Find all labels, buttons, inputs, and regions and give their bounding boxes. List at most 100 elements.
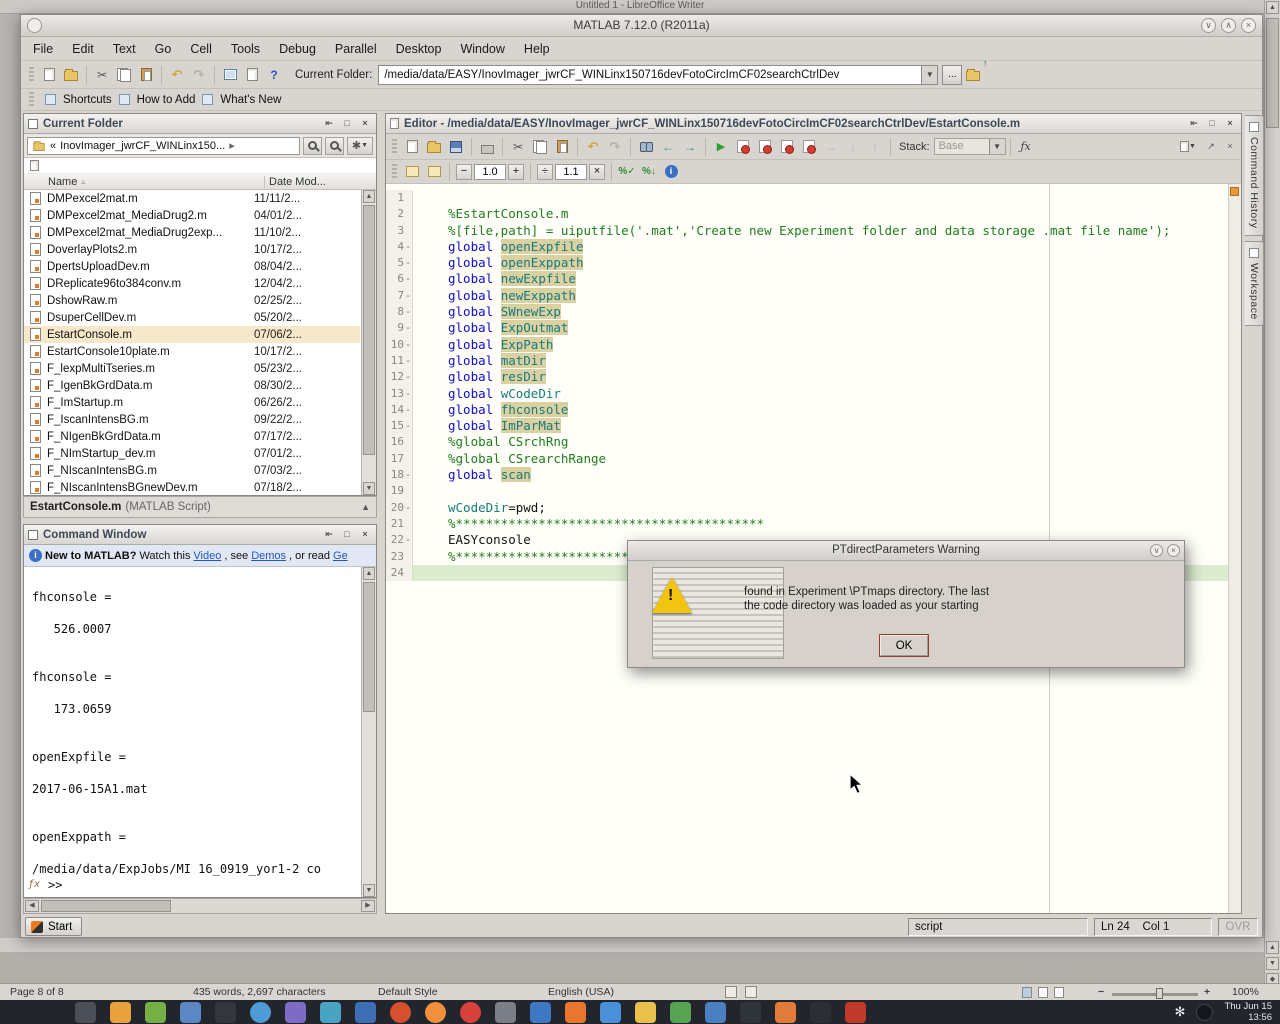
toolbar-grip[interactable] — [29, 67, 34, 83]
ok-button[interactable]: OK — [880, 635, 928, 656]
command-window-header[interactable]: Command Window ⇤ □ × — [24, 525, 376, 545]
code-line[interactable]: 7-global newExppath — [386, 288, 1228, 304]
fx-icon[interactable]: ƒx — [26, 877, 48, 893]
paste-button[interactable] — [551, 136, 573, 158]
word-count-status[interactable]: 435 words, 2,697 characters — [193, 986, 326, 998]
taskbar-app-icon-10[interactable] — [390, 1002, 411, 1023]
code-line[interactable]: 5-global openExppath — [386, 255, 1228, 271]
chevron-down-icon[interactable]: ▼ — [921, 66, 937, 84]
step-in-button[interactable]: ↓ — [842, 136, 864, 158]
enable-breakpoints-button[interactable] — [798, 136, 820, 158]
code-line[interactable]: 8-global SWnewExp — [386, 304, 1228, 320]
taskbar-app-icon-20[interactable] — [740, 1002, 761, 1023]
menu-item-window[interactable]: Window — [460, 42, 504, 56]
scroll-up-icon[interactable]: ▲ — [1266, 1, 1279, 14]
go-forward-button[interactable]: → — [679, 136, 701, 158]
taskbar-app-icon-5[interactable] — [215, 1002, 236, 1023]
file-row[interactable]: F_IgenBkGrdData.m08/30/2... — [24, 377, 360, 394]
maximize-icon[interactable]: ∧ — [1221, 18, 1236, 33]
file-row[interactable]: DsuperCellDev.m05/20/2... — [24, 309, 360, 326]
help-button[interactable]: ? — [263, 64, 285, 86]
menu-item-parallel[interactable]: Parallel — [335, 42, 377, 56]
open-file-button[interactable] — [423, 136, 445, 158]
clock[interactable]: Thu Jun 15 13:56 — [1224, 1001, 1272, 1023]
scrollbar-thumb[interactable] — [1266, 18, 1279, 128]
clear-breakpoints-button[interactable] — [754, 136, 776, 158]
matlab-titlebar[interactable]: MATLAB 7.12.0 (R2011a) ∨ ∧ × — [21, 15, 1262, 37]
warning-marker-icon[interactable] — [1230, 187, 1239, 196]
file-row[interactable]: F_NIscanIntensBGnewDev.m07/18/2... — [24, 479, 360, 495]
cut-button[interactable]: ✂ — [91, 64, 113, 86]
scroll-up-icon[interactable]: ▲ — [363, 190, 375, 203]
command-window-output[interactable]: fhconsole = 526.0007 fhconsole = 173.065… — [24, 567, 360, 897]
tray-circle-icon[interactable] — [1196, 1004, 1213, 1021]
menu-item-text[interactable]: Text — [113, 42, 136, 56]
undock-icon[interactable]: ↗ — [1204, 140, 1218, 154]
menu-item-file[interactable]: File — [33, 42, 53, 56]
page-count-status[interactable]: Page 8 of 8 — [10, 986, 64, 998]
zoom-slider[interactable] — [1112, 993, 1198, 996]
scroll-down-icon[interactable]: ▼ — [1266, 957, 1279, 970]
zoom-slider-thumb[interactable] — [1156, 988, 1163, 999]
taskbar-app-icon-15[interactable] — [565, 1002, 586, 1023]
taskbar-app-icon-19[interactable] — [705, 1002, 726, 1023]
taskbar-app-icon-13[interactable] — [495, 1002, 516, 1023]
file-row[interactable]: DMPexcel2mat_MediaDrug2.m04/01/2... — [24, 207, 360, 224]
multiply-button[interactable]: × — [589, 164, 605, 180]
file-row[interactable]: DshowRaw.m02/25/2... — [24, 292, 360, 309]
multi-page-view-icon[interactable] — [1038, 987, 1048, 998]
menu-item-cell[interactable]: Cell — [190, 42, 212, 56]
code-line[interactable]: 3%[file,path] = uiputfile('.mat','Create… — [386, 223, 1228, 239]
undo-button[interactable]: ↶ — [582, 136, 604, 158]
code-line[interactable]: 17%global CSrearchRange — [386, 451, 1228, 467]
breadcrumb-arrow-icon[interactable]: ▸ — [229, 139, 235, 152]
code-line[interactable]: 10-global ExpPath — [386, 337, 1228, 353]
document-modified-icon[interactable] — [745, 986, 757, 998]
scrollbar-thumb[interactable] — [363, 205, 375, 455]
toolbar-grip[interactable] — [392, 164, 397, 180]
scroll-left-icon[interactable]: ◀ — [25, 900, 39, 912]
taskbar-app-icon-16[interactable] — [600, 1002, 621, 1023]
tab-command-history[interactable]: Command History — [1245, 115, 1264, 236]
tab-workspace[interactable]: Workspace — [1245, 241, 1264, 327]
search-button[interactable] — [303, 137, 322, 155]
taskbar-app-icon-14[interactable] — [530, 1002, 551, 1023]
scroll-down-icon[interactable]: ▼ — [363, 482, 375, 495]
cut-button[interactable]: ✂ — [507, 136, 529, 158]
taskbar-app-icon-3[interactable] — [145, 1002, 166, 1023]
file-row[interactable]: F_ImStartup.m06/26/2... — [24, 394, 360, 411]
file-list-column-header[interactable]: Name ▵ Date Mod... — [24, 174, 376, 190]
toolbar-grip[interactable] — [392, 139, 397, 155]
command-window-scrollbar[interactable]: ▲ ▼ — [361, 567, 376, 897]
browse-folder-button[interactable]: ... — [942, 65, 962, 85]
taskbar-app-icon-8[interactable] — [320, 1002, 341, 1023]
conditional-breakpoint-button[interactable] — [776, 136, 798, 158]
insert-function-button[interactable]: ƒx — [1015, 136, 1037, 158]
current-folder-combo[interactable]: /media/data/EASY/InovImager_jwrCF_WINLin… — [378, 65, 938, 85]
actions-menu-button[interactable]: ✱▼ — [347, 137, 373, 155]
redo-button[interactable]: ↷ — [604, 136, 626, 158]
code-line[interactable]: 20-wCodeDir=pwd; — [386, 500, 1228, 516]
minimize-icon[interactable]: ∨ — [1201, 18, 1216, 33]
code-line[interactable]: 21%*************************************… — [386, 516, 1228, 532]
file-row[interactable]: F_NIscanIntensBG.m07/03/2... — [24, 462, 360, 479]
dialog-close-icon[interactable]: × — [1167, 544, 1180, 557]
taskbar-app-icon-18[interactable] — [670, 1002, 691, 1023]
message-indicator-strip[interactable] — [1228, 184, 1241, 913]
file-row[interactable]: EstartConsole10plate.m10/17/2... — [24, 343, 360, 360]
menu-item-go[interactable]: Go — [155, 42, 172, 56]
up-one-folder-button[interactable]: ↑ — [962, 64, 984, 86]
stack-combo[interactable]: Base ▼ — [934, 138, 1006, 155]
page-style-status[interactable]: Default Style — [378, 986, 438, 998]
scrollbar-thumb[interactable] — [41, 900, 171, 912]
file-row[interactable]: F_lexpMultiTseries.m05/23/2... — [24, 360, 360, 377]
video-link[interactable]: Video — [193, 550, 221, 562]
taskbar-app-icon-17[interactable] — [635, 1002, 656, 1023]
code-line[interactable]: 12-global resDir — [386, 369, 1228, 385]
book-view-icon[interactable] — [1054, 987, 1064, 998]
overwrite-status[interactable]: OVR — [1218, 918, 1258, 936]
command-prompt[interactable]: >> — [48, 877, 62, 893]
menu-item-help[interactable]: Help — [524, 42, 550, 56]
code-line[interactable]: 2%EstartConsole.m — [386, 206, 1228, 222]
code-line[interactable]: 14-global fhconsole — [386, 402, 1228, 418]
